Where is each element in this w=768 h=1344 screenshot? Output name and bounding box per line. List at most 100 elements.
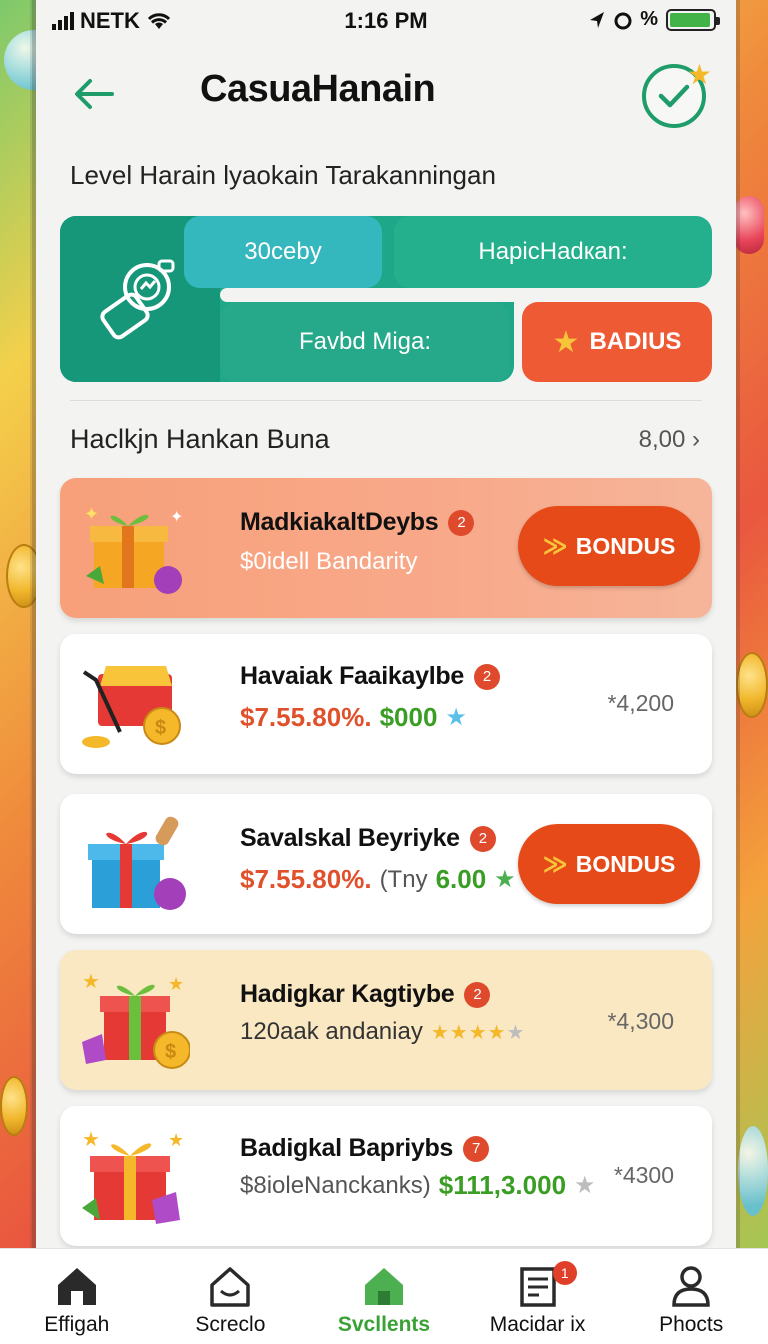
svg-text:★: ★ [168, 1130, 184, 1150]
offer-card[interactable]: ✦ ✦ MadkiakaltDeybs 2 $0idell Bandarity … [60, 478, 712, 618]
bottom-navigation: Effigah Screclo Svcllents 1 Macidar ix P… [0, 1248, 768, 1344]
battery-percent-symbol: % [640, 8, 658, 30]
profile-icon [672, 1266, 710, 1307]
nav-label: Svcllents [337, 1313, 431, 1336]
svg-text:$: $ [165, 1041, 176, 1063]
card-title: Hadigkar Kagtiybe [240, 980, 455, 1008]
star-rating: ★★★★★ [431, 1020, 526, 1045]
price-gray: (Tny [379, 865, 428, 893]
star-icon: ★ [686, 59, 712, 90]
divider [70, 400, 702, 401]
stat-pill-days[interactable]: 30ceby [184, 216, 382, 288]
nav-item-screclo[interactable]: Screclo [154, 1249, 308, 1344]
nav-label: Effigah [44, 1313, 110, 1336]
card-subtitle: $8ioleNanckanks) [240, 1171, 431, 1199]
coin-decoration [736, 652, 768, 718]
svg-text:✦: ✦ [170, 509, 183, 526]
nav-item-macidar[interactable]: 1 Macidar ix [461, 1249, 615, 1344]
bonus-button[interactable]: ≫ BONDUS [518, 824, 700, 904]
status-bar: NETK 1:16 PM % [36, 0, 736, 44]
card-subtitle: 120aak andaniay [240, 1018, 423, 1045]
star-icon: ★ [494, 866, 516, 893]
nav-item-phocts[interactable]: Phocts [614, 1249, 768, 1344]
price-green: $111,3.000 [438, 1170, 567, 1200]
panel-connector [220, 288, 520, 302]
price-green: $000 [379, 702, 438, 732]
double-chevron-icon: ≫ [542, 532, 568, 560]
nav-label: Macidar ix [489, 1313, 586, 1336]
gift-box-icon: ✦ ✦ [84, 504, 183, 594]
rating-stars-filled: ★★★★ [430, 1021, 507, 1044]
offer-card[interactable]: $ ★ ★ Hadigkar Kagtiybe 2 120aak andania… [60, 950, 712, 1090]
card-title: MadkiakaltDeybs [240, 508, 439, 536]
card-title: Savalskal Beyriyke [240, 824, 460, 852]
badius-button-label: BADIUS [589, 328, 682, 355]
level-panel: 30ceby HapicHadкan: Favbd Miga: ★ BADIUS [60, 216, 712, 382]
bonus-button[interactable]: ≫ BONDUS [518, 506, 700, 586]
checkmark-icon [658, 84, 690, 108]
ball-decoration [734, 196, 764, 254]
notification-badge: 7 [463, 1135, 490, 1162]
svg-text:$: $ [155, 717, 166, 739]
card-reward-value: *4300 [613, 1162, 674, 1188]
section-value: 8,00 [638, 426, 686, 453]
card-reward-value: *4,300 [607, 1008, 674, 1034]
price-red: $7.55.80%. [240, 702, 372, 732]
app-screen: NETK 1:16 PM % CasuaHanain ★ Level Harai… [30, 0, 736, 1344]
stat-pill-bottom[interactable]: Favbd Miga: [220, 302, 510, 382]
nav-label: Screclo [195, 1313, 266, 1336]
home-icon [57, 1268, 96, 1305]
bonus-button-label: BONDUS [575, 532, 676, 559]
price-red: $7.55.80%. [240, 864, 372, 894]
svg-text:★: ★ [82, 1129, 100, 1151]
notification-badge: 1 [552, 1261, 577, 1285]
header: CasuaHanain ★ [36, 56, 736, 136]
nav-label: Phocts [659, 1313, 724, 1336]
notification-badge: 2 [448, 509, 475, 536]
notification-badge: 2 [464, 981, 491, 1008]
bubble-decoration [738, 1126, 768, 1216]
stat-pill-right[interactable]: HapicHadкan: [394, 216, 712, 288]
house-outline-icon [210, 1267, 251, 1307]
nav-item-svcllents[interactable]: Svcllents [307, 1249, 461, 1344]
notification-badge: 2 [469, 825, 496, 852]
section-title: Haclkjn Hankan Buna [70, 424, 330, 454]
card-title: Havaiak Faaikaylbe [240, 662, 464, 690]
offer-card[interactable]: Savalskal Beyriyke 2 $7.55.80%. (Tny 6.0… [60, 794, 712, 934]
offer-card[interactable]: ★ ★ Badigkal Bapriybs 7 $8ioleNanckanks)… [60, 1106, 712, 1246]
nav-item-effigah[interactable]: Effigah [0, 1249, 154, 1344]
check-button[interactable]: ★ [642, 59, 712, 128]
price-green: 6.00 [435, 864, 487, 894]
battery-fill [670, 12, 710, 27]
card-reward-value: *4,200 [607, 690, 674, 716]
star-icon: ★ [552, 325, 580, 359]
notification-badge: 2 [473, 663, 500, 690]
gift-box-icon: ★ ★ [82, 1129, 184, 1224]
stat-pill-bottom-label: Favbd Miga: [298, 328, 432, 355]
svg-text:★: ★ [168, 974, 184, 994]
level-title: Level Harain lyaokain Tarakanningan [70, 160, 496, 190]
stat-pill-right-label: HapicHadкan: [478, 238, 628, 265]
back-button[interactable] [66, 66, 122, 122]
app-title: CasuaHanain [200, 68, 436, 110]
chevron-right-icon: › [692, 426, 700, 453]
star-icon: ★ [574, 1172, 596, 1199]
svg-text:★: ★ [82, 971, 100, 993]
gift-box-icon [88, 816, 186, 910]
target-badge-icon [100, 259, 175, 340]
alarm-icon [614, 12, 632, 29]
svg-text:✦: ✦ [84, 504, 99, 524]
offer-card[interactable]: $ Havaiak Faaikaylbe 2 $7.55.80%. $000 ★… [60, 634, 712, 774]
location-icon [590, 11, 605, 28]
rating-star-empty: ★ [506, 1021, 526, 1044]
shopping-cart-icon: $ [82, 666, 181, 748]
home-active-icon [364, 1268, 403, 1305]
stat-pill-days-label: 30ceby [244, 238, 322, 265]
badius-button[interactable]: ★ BADIUS [522, 302, 712, 382]
card-subtitle: $0idell Bandarity [240, 548, 418, 575]
battery-icon [666, 8, 720, 31]
coin-decoration [0, 1076, 28, 1136]
section-see-all[interactable]: 8,00 › [639, 426, 700, 454]
gift-box-icon: $ ★ ★ [82, 971, 190, 1069]
star-icon: ★ [445, 704, 467, 731]
